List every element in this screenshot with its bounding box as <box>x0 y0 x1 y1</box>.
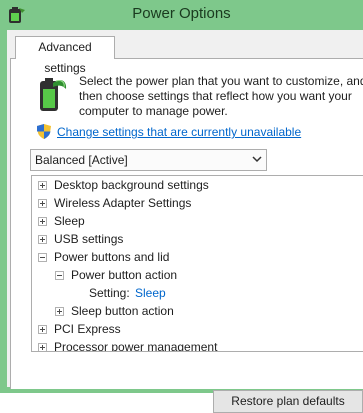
expand-icon[interactable] <box>38 325 47 334</box>
tree-item-label: Sleep button action <box>71 304 174 318</box>
settings-tree[interactable]: Desktop background settings Wireless Ada… <box>31 175 363 352</box>
tree-item-label: Power buttons and lid <box>54 250 170 264</box>
window-title: Power Options <box>132 5 231 22</box>
collapse-icon[interactable] <box>55 271 64 280</box>
tree-item-label: Desktop background settings <box>54 178 209 192</box>
tree-item-label: Wireless Adapter Settings <box>54 196 192 210</box>
change-unavailable-settings-link[interactable]: Change settings that are currently unava… <box>57 125 301 139</box>
battery-icon <box>40 78 67 111</box>
restore-plan-defaults-button[interactable]: Restore plan defaults <box>213 390 363 413</box>
plan-description: Select the power plan that you want to c… <box>79 74 363 118</box>
chevron-down-icon <box>252 156 262 163</box>
window-frame-left <box>0 30 7 393</box>
power-plan-select[interactable]: Balanced [Active] <box>30 149 267 171</box>
expand-icon[interactable] <box>38 199 47 208</box>
setting-label: Setting: <box>89 286 130 300</box>
power-plan-select-value: Balanced [Active] <box>35 153 128 167</box>
expand-icon[interactable] <box>38 235 47 244</box>
expand-icon[interactable] <box>55 307 64 316</box>
expand-icon[interactable] <box>38 181 47 190</box>
tree-item-label: Sleep <box>54 214 85 228</box>
window-client-area: Advanced settings Select the power plan … <box>7 30 363 413</box>
expand-icon[interactable] <box>38 217 47 226</box>
expand-icon[interactable] <box>38 343 47 351</box>
uac-shield-icon <box>37 124 51 139</box>
tree-item-label: Processor power management <box>54 340 218 352</box>
title-bar: Power Options <box>0 0 363 30</box>
collapse-icon[interactable] <box>38 253 47 262</box>
advanced-settings-panel: Select the power plan that you want to c… <box>10 58 363 413</box>
tab-advanced-settings[interactable]: Advanced settings <box>15 36 115 75</box>
setting-value[interactable]: Sleep <box>135 284 166 302</box>
tree-item-label: PCI Express <box>54 322 121 336</box>
tree-item-label: USB settings <box>54 232 124 246</box>
tree-item-label: Power button action <box>71 268 178 282</box>
